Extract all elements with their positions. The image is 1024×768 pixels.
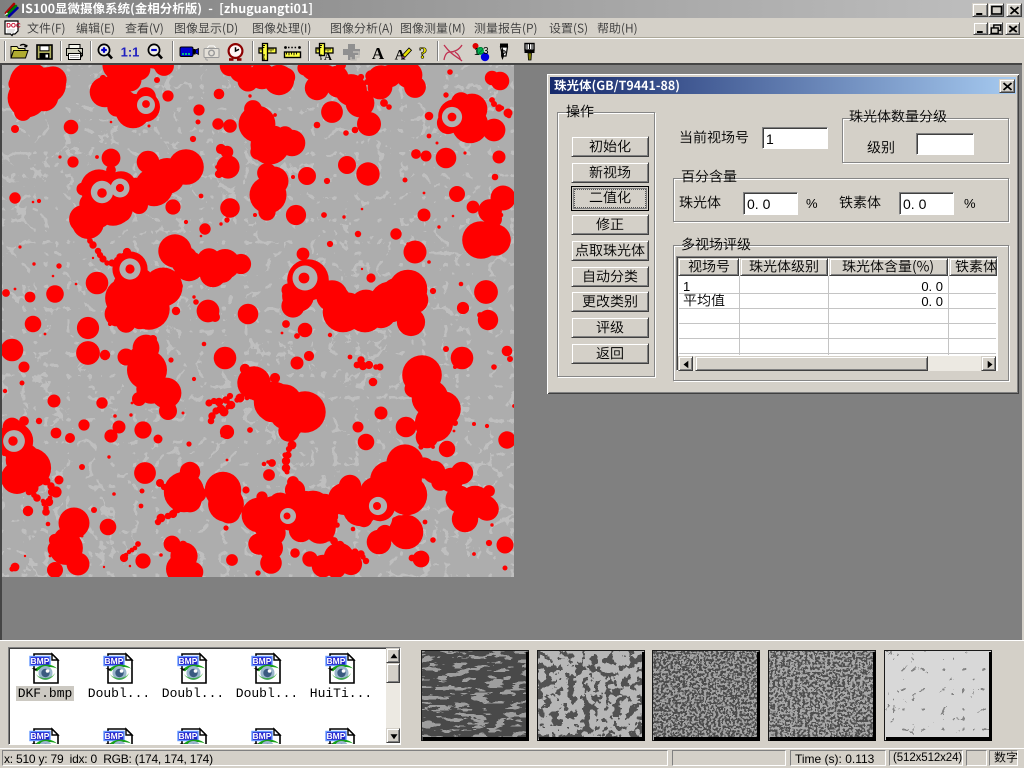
svg-text:BMP: BMP <box>31 656 50 666</box>
svg-text:BMP: BMP <box>327 656 346 666</box>
svg-text:BMP: BMP <box>327 731 346 741</box>
svg-text:?: ? <box>419 44 428 63</box>
svg-text:3: 3 <box>483 46 489 57</box>
svg-text:BMP: BMP <box>253 656 272 666</box>
svg-text:DOC: DOC <box>6 23 21 30</box>
svg-text:BMP: BMP <box>253 731 272 741</box>
svg-text:BMP: BMP <box>105 731 124 741</box>
svg-text:BMP: BMP <box>31 731 50 741</box>
svg-text:1:1: 1:1 <box>121 45 140 60</box>
svg-text:A: A <box>372 44 385 63</box>
svg-text:A: A <box>324 51 332 63</box>
svg-text:BMP: BMP <box>179 656 198 666</box>
svg-text:BMP: BMP <box>179 731 198 741</box>
svg-text:BMP: BMP <box>105 656 124 666</box>
